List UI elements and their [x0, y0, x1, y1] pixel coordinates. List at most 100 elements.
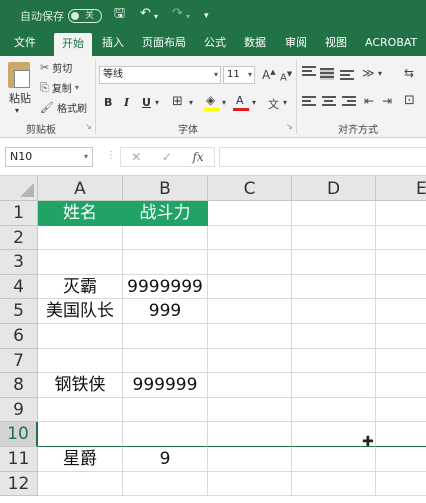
cell-b1[interactable]: 战斗力 — [123, 201, 208, 226]
cancel-icon[interactable]: ✕ — [131, 150, 141, 164]
cell-d7[interactable] — [292, 349, 376, 373]
insert-function-icon[interactable]: fx — [192, 150, 203, 164]
cell-c7[interactable] — [208, 349, 292, 373]
cell-b5[interactable]: 999 — [123, 299, 208, 324]
cell-b11[interactable]: 9 — [123, 447, 208, 472]
cell-e7[interactable] — [376, 349, 426, 373]
column-header-a[interactable]: A — [38, 176, 123, 201]
cell-c1[interactable] — [208, 201, 292, 226]
underline-button[interactable]: U — [142, 96, 151, 109]
row-header-9[interactable]: 9 — [0, 398, 38, 422]
row-header-12[interactable]: 12 — [0, 472, 38, 496]
merge-center-icon[interactable]: ⊡ — [404, 93, 415, 108]
cell-a4[interactable]: 灭霸 — [38, 275, 123, 299]
row-header-11[interactable]: 11 — [0, 447, 38, 472]
cell-e1[interactable] — [376, 201, 426, 226]
font-color-button[interactable]: A — [236, 94, 244, 107]
cell-b3[interactable] — [123, 250, 208, 275]
fill-color-icon[interactable]: ◈ — [206, 93, 215, 107]
cell-b12[interactable] — [123, 472, 208, 496]
orientation-dropdown-icon[interactable]: ▾ — [378, 69, 382, 78]
cell-d3[interactable] — [292, 250, 376, 275]
decrease-font-button[interactable]: A▼ — [280, 70, 292, 83]
paste-button[interactable]: 粘贴 — [9, 90, 31, 106]
cell-a10[interactable] — [38, 422, 123, 447]
cell-b10[interactable] — [123, 422, 208, 447]
align-right-icon[interactable] — [342, 96, 356, 108]
tab-data[interactable]: 数据 — [244, 35, 266, 56]
cell-c6[interactable] — [208, 324, 292, 349]
align-left-icon[interactable] — [302, 96, 316, 108]
tab-review[interactable]: 审阅 — [285, 35, 307, 56]
cell-a3[interactable] — [38, 250, 123, 275]
column-header-d[interactable]: D — [292, 176, 376, 201]
cell-c9[interactable] — [208, 398, 292, 422]
fill-color-dropdown-icon[interactable]: ▾ — [222, 98, 226, 107]
cell-c2[interactable] — [208, 226, 292, 250]
cell-d12[interactable] — [292, 472, 376, 496]
cell-a5[interactable]: 美国队长 — [38, 299, 123, 324]
cell-e5[interactable] — [376, 299, 426, 324]
cell-e10[interactable] — [376, 422, 426, 447]
wrap-text-icon[interactable]: ⇆ — [404, 66, 414, 80]
cell-e3[interactable] — [376, 250, 426, 275]
tab-insert[interactable]: 插入 — [102, 35, 124, 56]
autosave-control[interactable]: 自动保存 关 — [20, 8, 102, 24]
cell-b8[interactable]: 999999 — [123, 373, 208, 398]
font-size-box[interactable]: 11 ▾ — [223, 66, 255, 84]
customize-icon[interactable]: ▾ — [204, 8, 209, 24]
cell-a1[interactable]: 姓名 — [38, 201, 123, 226]
row-header-5[interactable]: 5 — [0, 299, 38, 324]
row-header-4[interactable]: 4 — [0, 275, 38, 299]
cell-b6[interactable] — [123, 324, 208, 349]
cut-button[interactable]: ✂ 剪切 — [40, 60, 72, 75]
cell-d5[interactable] — [292, 299, 376, 324]
autosave-toggle[interactable]: 关 — [68, 9, 102, 23]
phonetic-icon[interactable]: 文 — [268, 96, 279, 112]
font-color-dropdown-icon[interactable]: ▾ — [252, 98, 256, 107]
row-header-7[interactable]: 7 — [0, 349, 38, 373]
phonetic-dropdown-icon[interactable]: ▾ — [283, 98, 287, 107]
cell-b2[interactable] — [123, 226, 208, 250]
copy-button[interactable]: ⎘ 复制 ▾ — [40, 80, 79, 96]
tab-home[interactable]: 开始 — [54, 33, 92, 56]
cell-a7[interactable] — [38, 349, 123, 373]
decrease-indent-icon[interactable]: ⇤ — [364, 94, 374, 108]
cell-e8[interactable] — [376, 373, 426, 398]
orientation-icon[interactable]: ≫ — [362, 66, 375, 80]
cell-e11[interactable] — [376, 447, 426, 472]
column-header-e[interactable]: E — [376, 176, 426, 201]
borders-icon[interactable]: ⊞ — [172, 94, 183, 109]
cell-c11[interactable] — [208, 447, 292, 472]
row-header-2[interactable]: 2 — [0, 226, 38, 250]
row-header-10[interactable]: 10 — [0, 422, 38, 447]
align-bottom-icon[interactable] — [340, 70, 354, 82]
borders-dropdown-icon[interactable]: ▾ — [189, 98, 193, 107]
format-painter-button[interactable]: 🖌 格式刷 — [40, 100, 87, 115]
cell-d6[interactable] — [292, 324, 376, 349]
cell-d8[interactable] — [292, 373, 376, 398]
redo-icon[interactable]: ↷ — [172, 6, 183, 22]
name-box[interactable]: N10 ▾ — [5, 147, 93, 167]
cell-e9[interactable] — [376, 398, 426, 422]
undo-dropdown-icon[interactable]: ▾ — [154, 9, 158, 25]
cell-c3[interactable] — [208, 250, 292, 275]
cell-a6[interactable] — [38, 324, 123, 349]
cell-b4[interactable]: 9999999 — [123, 275, 208, 299]
row-header-6[interactable]: 6 — [0, 324, 38, 349]
save-icon[interactable]: 🖫 — [114, 6, 125, 22]
formula-input[interactable] — [219, 147, 426, 167]
cell-b9[interactable] — [123, 398, 208, 422]
cell-d9[interactable] — [292, 398, 376, 422]
cell-a2[interactable] — [38, 226, 123, 250]
align-middle-icon[interactable] — [320, 68, 334, 80]
row-header-3[interactable]: 3 — [0, 250, 38, 275]
select-all-button[interactable] — [0, 176, 38, 201]
cell-c12[interactable] — [208, 472, 292, 496]
paste-icon[interactable] — [8, 62, 30, 88]
paste-dropdown-icon[interactable]: ▾ — [15, 106, 19, 115]
column-header-b[interactable]: B — [123, 176, 208, 201]
enter-icon[interactable]: ✓ — [162, 150, 172, 164]
redo-dropdown-icon[interactable]: ▾ — [186, 9, 190, 25]
cell-d4[interactable] — [292, 275, 376, 299]
